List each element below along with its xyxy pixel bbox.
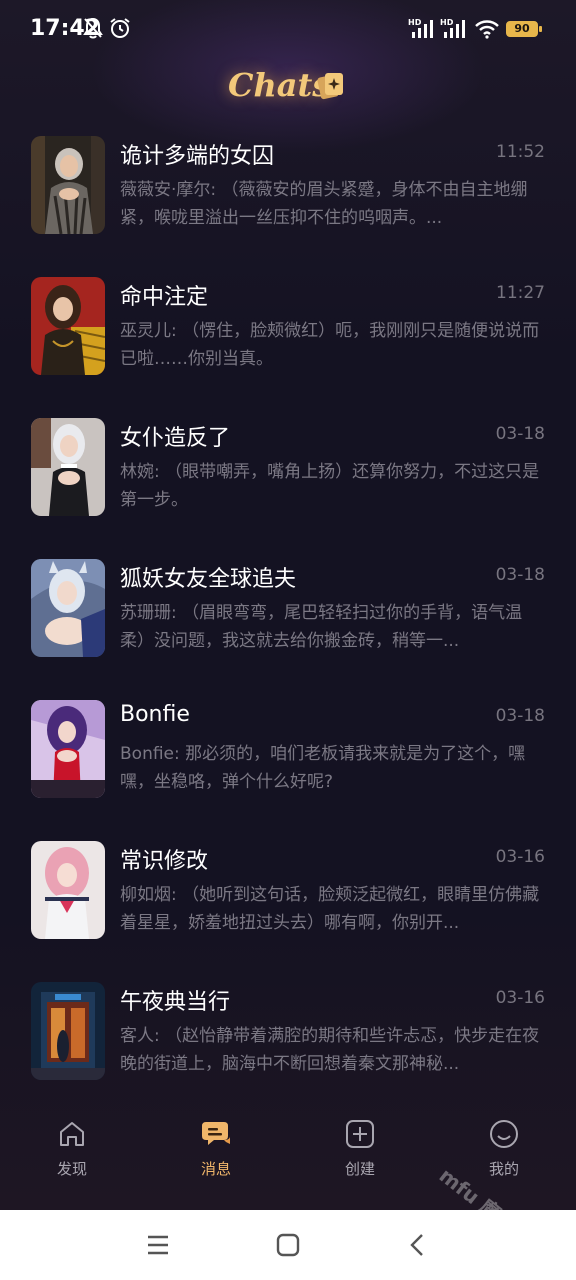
chat-time: 11:52 [496,142,545,162]
chat-time: 03-18 [495,565,545,585]
nav-discover[interactable]: 发现 [22,1118,122,1179]
nav-label: 发现 [56,1160,87,1178]
avatar-image [31,136,105,234]
chat-avatar [31,136,105,234]
nav-create[interactable]: 创建 [310,1118,410,1179]
chat-time: 03-16 [495,847,545,867]
nav-label: 消息 [200,1160,231,1178]
signal-icon-2 [444,20,465,38]
battery-indicator: 90 [506,21,542,37]
chat-time: 03-18 [495,706,545,726]
chat-avatar [31,700,105,798]
chat-item[interactable]: 狐妖女友全球追夫 03-18 苏珊珊: （眉眼弯弯，尾巴轻轻扫过你的手背，语气温… [0,555,576,675]
chat-item[interactable]: 诡计多端的女囚 11:52 薇薇安·摩尔: （薇薇安的眉头紧蹙，身体不由自主地绷… [0,132,576,252]
wifi-icon [475,20,499,39]
home-icon [60,1122,84,1146]
chat-preview: 林婉: （眼带嘲弄，嘴角上扬）还算你努力，不过这只是第一步。 [120,462,540,510]
page-title: Chats [228,66,331,104]
chat-bubble-icon [202,1122,230,1145]
system-nav-bar [0,1210,576,1280]
alarm-icon [110,18,130,38]
chat-preview: Bonfie: 那必须的，咱们老板请我来就是为了这个，嘿嘿，坐稳咯，弹个什么好呢… [120,744,526,792]
chat-avatar [31,841,105,939]
avatar-image [31,277,105,375]
chat-item[interactable]: 命中注定 11:27 巫灵儿: （愣住，脸颊微红）呃，我刚刚只是随便说说而已啦…… [0,273,576,393]
chat-name: 午夜典当行 [120,990,231,1015]
plus-square-icon [346,1120,374,1148]
avatar-image [31,418,105,516]
chat-preview: 苏珊珊: （眉眼弯弯，尾巴轻轻扫过你的手背，语气温柔）没问题，我这就去给你搬金砖… [120,603,523,651]
chat-item[interactable]: 女仆造反了 03-18 林婉: （眼带嘲弄，嘴角上扬）还算你努力，不过这只是第一… [0,414,576,534]
chat-preview: 巫灵儿: （愣住，脸颊微红）呃，我刚刚只是随便说说而已啦……你别当真。 [120,321,540,369]
chat-preview: 柳如烟: （她听到这句话，脸颊泛起微红，眼睛里仿佛藏着星星，娇羞地扭过头去）哪有… [120,885,540,933]
chat-avatar [31,418,105,516]
page-header: Chats [0,62,576,112]
status-bar: 17:42 HD HD 90 [0,0,576,60]
chat-name: 常识修改 [120,849,209,874]
chat-name: 诡计多端的女囚 [120,144,275,169]
chat-avatar [31,982,105,1080]
menu-icon[interactable] [144,1232,172,1258]
chat-name: 女仆造反了 [120,426,231,451]
back-icon[interactable] [404,1232,432,1258]
signal-icon [412,20,433,38]
nav-label: 创建 [344,1160,375,1178]
nav-me[interactable]: 我的 [454,1118,554,1179]
chat-name: 狐妖女友全球追夫 [120,567,297,592]
chat-name: 命中注定 [120,285,209,310]
avatar-image [31,700,105,798]
home-square-icon[interactable] [274,1232,302,1258]
chat-item[interactable]: 常识修改 03-16 柳如烟: （她听到这句话，脸颊泛起微红，眼睛里仿佛藏着星星… [0,837,576,957]
chat-time: 03-18 [495,424,545,444]
chat-item[interactable]: Bonfie 03-18 Bonfie: 那必须的，咱们老板请我来就是为了这个，… [0,696,576,816]
chat-preview: 薇薇安·摩尔: （薇薇安的眉头紧蹙，身体不由自主地绷紧，喉咙里溢出一丝压抑不住的… [120,180,528,228]
chat-name: Bonfie [120,702,190,727]
mute-bell-icon [83,17,103,39]
avatar-image [31,982,105,1080]
avatar-image [31,559,105,657]
avatar-image [31,841,105,939]
chat-item[interactable]: 午夜典当行 03-16 客人: （赵怡静带着满腔的期待和些许忐忑，快步走在夜晚的… [0,978,576,1098]
chat-time: 11:27 [496,283,545,303]
chat-preview: 客人: （赵怡静带着满腔的期待和些许忐忑，快步走在夜晚的街道上，脑海中不断回想着… [120,1026,540,1074]
chat-time: 03-16 [495,988,545,1008]
nav-messages[interactable]: 消息 [166,1118,266,1179]
chat-avatar [31,559,105,657]
smile-icon [490,1120,518,1148]
cards-sparkle-icon[interactable] [316,70,346,100]
chat-avatar [31,277,105,375]
